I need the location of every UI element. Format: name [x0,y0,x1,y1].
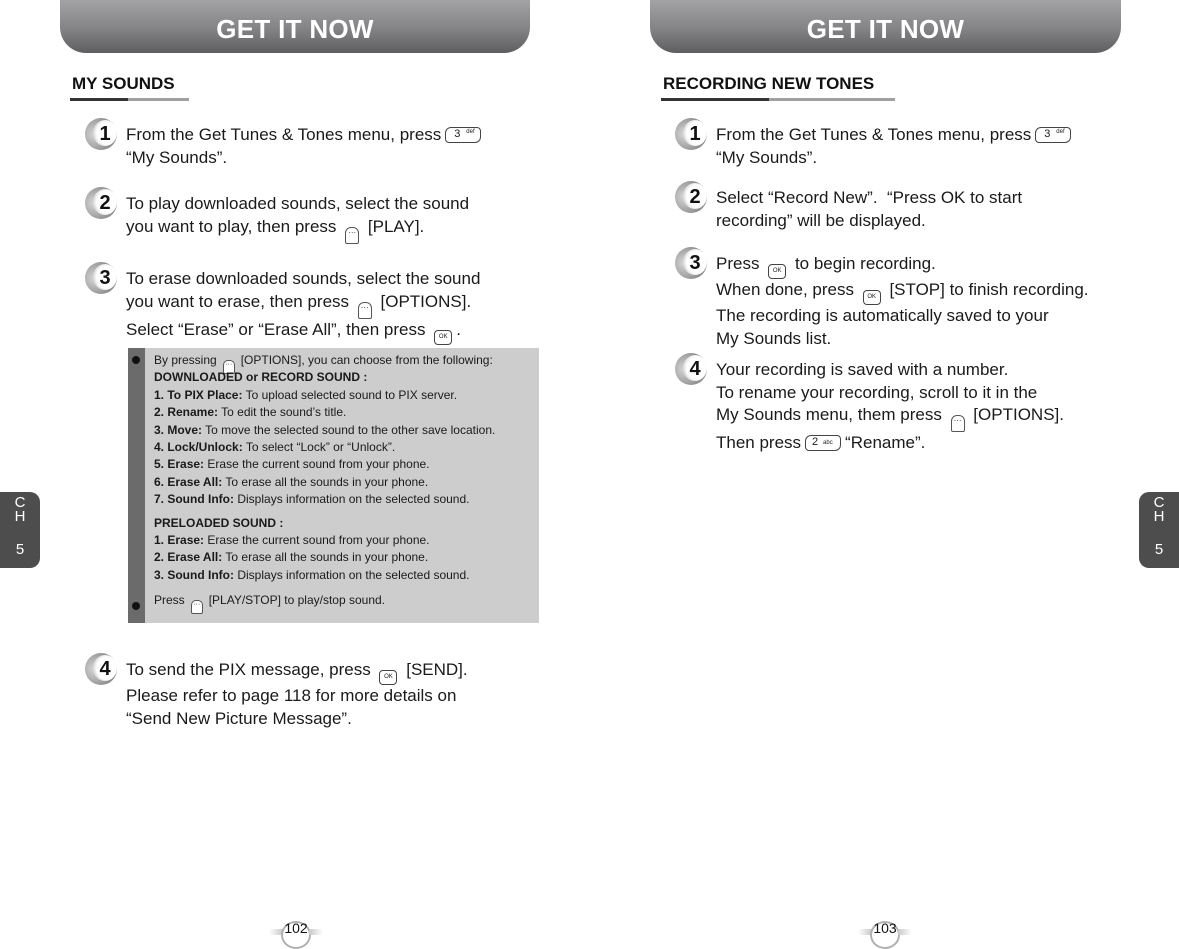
step-number-badge: 4 [85,653,117,685]
downloaded-heading: DOWNLOADED or RECORD SOUND : [154,370,368,385]
ok-key-icon: OK [434,329,453,345]
left-soft-key-icon: ··· [950,415,965,432]
page-number: 103 [858,919,912,949]
key-2-abc-icon: 2 abc [805,435,842,451]
step-text: To send the PIX message, press OK [SEND]… [126,660,468,728]
key-3-def-icon: 3 def [1035,127,1072,143]
section-title: MY SOUNDS [72,74,175,93]
page-header: GET IT NOW [60,0,530,53]
step-text: From the Get Tunes & Tones menu, press 3 d… [126,124,485,169]
step-number-badge: 2 [85,187,117,219]
note-item: 3. Sound Info: Displays information on t… [154,567,470,582]
preloaded-heading: PRELOADED SOUND : [154,515,284,530]
note-item: 1. To PIX Place: To upload selected soun… [154,387,458,402]
page-header: GET IT NOW [650,0,1121,53]
left-page: GET IT NOW MY SOUNDS 1 From the Get Tune… [0,0,590,949]
step-number-badge: 2 [675,181,707,213]
step-number-badge: 1 [675,118,707,150]
chapter-tab: C H 5 [0,492,40,568]
note-content: By pressing ··· [OPTIONS], you can choose … [154,352,496,615]
step-text: Select “Record New”. “Press OK to start … [716,188,1023,230]
bullet-icon [132,602,140,610]
right-page: GET IT NOW RECORDING NEW TONES 1 From th… [590,0,1179,949]
key-3-def-icon: 3 def [445,127,482,143]
section-title: RECORDING NEW TONES [663,74,875,93]
left-soft-key-icon: ··· [357,301,372,319]
step-text: Your recording is saved with a number. T… [716,360,1064,452]
note-item: 6. Erase All: To erase all the sounds in… [154,474,429,489]
right-soft-key-icon: ··· [190,600,203,615]
note-sidebar [128,348,145,623]
note-item: 7. Sound Info: Displays information on t… [154,492,470,507]
ok-key-icon: OK [768,264,787,279]
step-number-badge: 3 [85,262,117,294]
note-item: 1. Erase: Erase the current sound from y… [154,532,430,547]
chapter-tab: C H 5 [1139,492,1179,568]
note-item: 3. Move: To move the selected sound to t… [154,422,496,437]
section-underline [70,98,189,101]
bullet-icon [132,356,140,364]
right-soft-key-icon: ··· [345,226,360,244]
note-item: 5. Erase: Erase the current sound from y… [154,457,430,472]
note-item: 4. Lock/Unlock: To select “Lock” or “Unl… [154,439,396,454]
options-note-box: By pressing ··· [OPTIONS], you can choose … [128,348,539,623]
step-number-badge: 3 [675,247,707,279]
ok-key-icon: OK [379,670,398,685]
step-number-badge: 4 [675,353,707,385]
step-text: From the Get Tunes & Tones menu, press 3 d… [716,124,1075,169]
step-text: Press OK to begin recording. When done, … [716,254,1089,348]
step-text: To play downloaded sounds, select the so… [126,193,469,244]
ok-key-icon: OK [862,290,881,305]
note-item: 2. Erase All: To erase all the sounds in… [154,550,429,565]
section-underline [661,98,895,101]
page-number: 102 [269,919,323,949]
step-text: To erase downloaded sounds, select the s… [126,268,480,345]
note-item: 2. Rename: To edit the sound’s title. [154,405,347,420]
step-number-badge: 1 [85,118,117,150]
